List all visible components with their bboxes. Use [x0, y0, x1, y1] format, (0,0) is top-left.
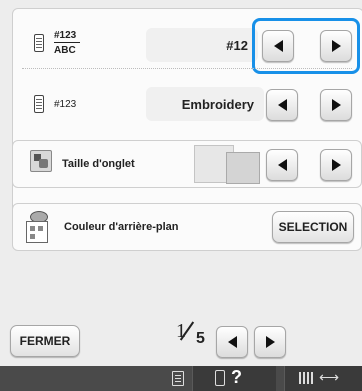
thread-display-value: #12: [146, 28, 258, 62]
tab-size-prev-button[interactable]: [266, 149, 298, 181]
left-arrow-icon: [277, 99, 287, 111]
right-arrow-icon: [331, 99, 341, 111]
checklist-icon[interactable]: [172, 371, 184, 386]
left-arrow-icon: [277, 159, 287, 171]
page-total: 5: [196, 330, 205, 347]
thread-brand-prev-button[interactable]: [266, 89, 298, 121]
left-arrow-icon: [227, 336, 237, 348]
help-bar-button[interactable]: ?: [192, 366, 276, 391]
machine-icon: [215, 370, 225, 386]
right-arrow-icon: [331, 159, 341, 171]
page-next-button[interactable]: [254, 326, 286, 358]
right-arrow-icon: [265, 336, 275, 348]
close-button[interactable]: FERMER: [10, 325, 80, 357]
fraction-line: [54, 42, 80, 43]
tab-size-icon: [30, 150, 52, 172]
thread-tension-button[interactable]: ⟷: [284, 366, 362, 391]
spool-icon: [34, 34, 44, 52]
selection-highlight: [252, 18, 360, 74]
color-palette-icon: [26, 211, 54, 243]
selection-button[interactable]: SELECTION: [272, 211, 354, 243]
settings-screen: #123 ABC #12 #123 Embroidery Taille d'on…: [0, 0, 362, 391]
thread-number-label: #123: [54, 30, 77, 41]
page-prev-button[interactable]: [216, 326, 248, 358]
row-separator: [22, 68, 352, 69]
background-color-label: Couleur d'arrière-plan: [64, 221, 179, 233]
thread-name-label: ABC: [54, 45, 76, 56]
tab-size-preview-large: [226, 152, 260, 184]
thread-code-label: #123: [54, 99, 77, 110]
thread-brand-next-button[interactable]: [320, 89, 352, 121]
thread-guide-icon: [299, 372, 301, 384]
double-arrow-icon: ⟷: [319, 369, 340, 385]
spool-icon: [34, 95, 44, 113]
thread-brand-value: Embroidery: [146, 87, 264, 121]
tab-size-next-button[interactable]: [320, 149, 352, 181]
help-icon: ?: [231, 367, 242, 387]
tab-size-label: Taille d'onglet: [62, 158, 135, 170]
